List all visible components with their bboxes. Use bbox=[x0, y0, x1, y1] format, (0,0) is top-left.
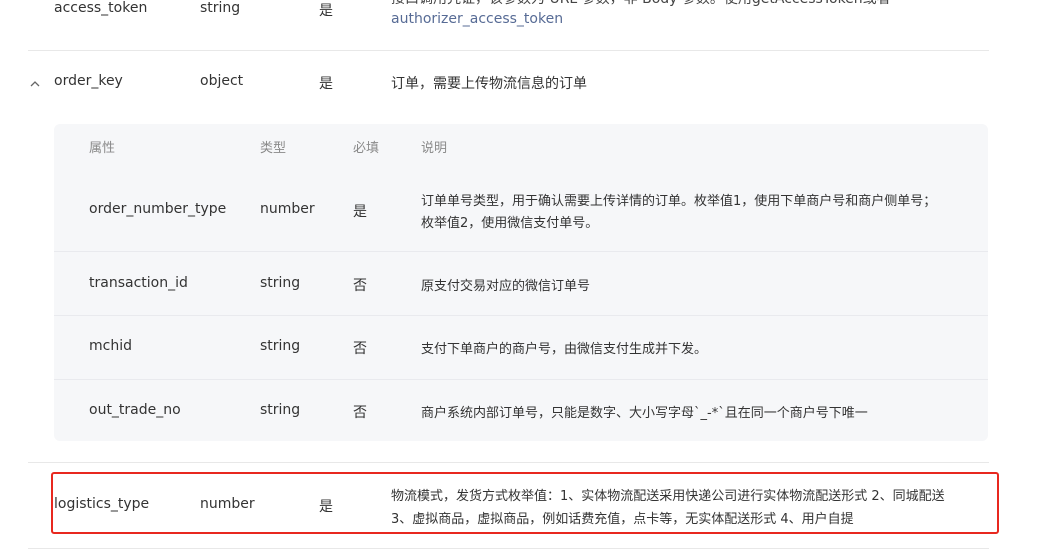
subtable-row-required: 否 bbox=[353, 341, 367, 357]
param-required-access-token: 是 bbox=[319, 3, 333, 19]
subtable-row-desc-line1: 订单单号类型，用于确认需要上传详情的订单。枚举值1，使用下单商户号和商户侧单号； bbox=[421, 194, 937, 209]
subtable-row-required: 否 bbox=[353, 405, 367, 421]
param-desc-logistics-type-line1: 物流模式，发货方式枚举值：1、实体物流配送采用快递公司进行实体物流配送形式 2、… bbox=[391, 489, 945, 504]
param-desc-access-token-line1: 接口调用凭证，该参数为 URL 参数，非 Body 参数。使用getAccess… bbox=[391, 0, 891, 8]
subtable-row-name: mchid bbox=[89, 338, 132, 354]
row-divider bbox=[28, 50, 989, 51]
chevron-up-icon[interactable] bbox=[29, 79, 41, 87]
subtable-row-type: number bbox=[260, 201, 315, 217]
param-required-logistics-type: 是 bbox=[319, 499, 333, 515]
param-required-order-key: 是 bbox=[319, 76, 333, 92]
subtable-row-name: transaction_id bbox=[89, 275, 188, 291]
subtable-row-required: 否 bbox=[353, 278, 367, 294]
row-divider bbox=[28, 462, 989, 463]
subtable-row-type: string bbox=[260, 338, 301, 354]
param-desc-logistics-type-line2: 3、虚拟商品，虚拟商品，例如话费充值，点卡等，无实体配送形式 4、用户自提 bbox=[391, 512, 854, 527]
subtable-row-type: string bbox=[260, 402, 301, 418]
subtable-header-desc: 说明 bbox=[421, 141, 448, 156]
subtable-header-required: 必填 bbox=[353, 141, 380, 156]
subtable-row-name: out_trade_no bbox=[89, 402, 181, 418]
subtable-row-desc: 原支付交易对应的微信订单号 bbox=[421, 279, 591, 294]
param-type-order-key: object bbox=[200, 73, 244, 89]
subtable-row-divider bbox=[54, 379, 988, 380]
param-type-access-token: string bbox=[200, 0, 241, 16]
subtable-row-type: string bbox=[260, 275, 301, 291]
param-desc-order-key: 订单，需要上传物流信息的订单 bbox=[391, 76, 587, 92]
param-name-order-key: order_key bbox=[54, 73, 123, 89]
subtable-row-divider bbox=[54, 315, 988, 316]
subtable-row-desc-line2: 枚举值2，使用微信支付单号。 bbox=[421, 216, 599, 231]
subtable-row-required: 是 bbox=[353, 204, 367, 220]
subtable-header-name: 属性 bbox=[89, 141, 116, 156]
access-token-link[interactable]: authorizer_access_token bbox=[391, 11, 563, 27]
subtable-row-desc: 商户系统内部订单号，只能是数字、大小写字母`_-*`且在同一个商户号下唯一 bbox=[421, 406, 868, 421]
param-type-logistics-type: number bbox=[200, 496, 255, 512]
subtable-header-type: 类型 bbox=[260, 141, 287, 156]
subtable-row-desc: 支付下单商户的商户号，由微信支付生成并下发。 bbox=[421, 342, 708, 357]
subtable-row-name: order_number_type bbox=[89, 201, 227, 217]
param-name-logistics-type: logistics_type bbox=[54, 496, 150, 512]
row-divider bbox=[28, 548, 989, 549]
subtable-row-divider bbox=[54, 251, 988, 252]
param-name-access-token: access_token bbox=[54, 0, 148, 16]
